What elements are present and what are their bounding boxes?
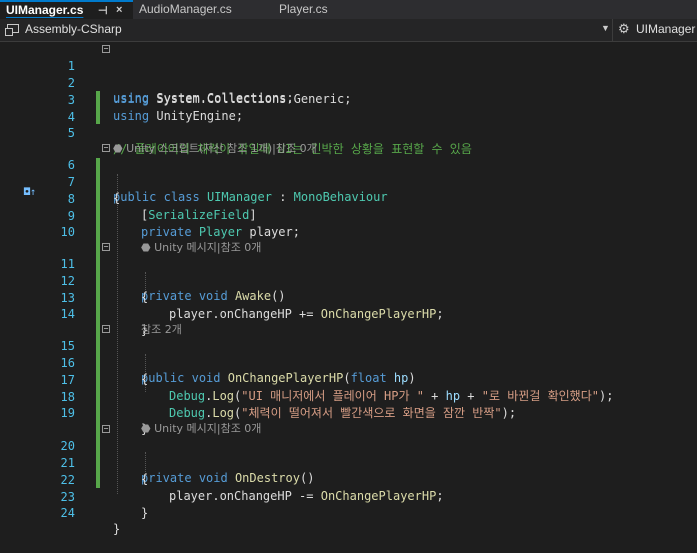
code-line: 10: [0, 208, 697, 239]
tab-label: UIManager.cs: [6, 3, 84, 17]
project-icon: [5, 24, 19, 36]
divider: [612, 19, 613, 41]
codelens-hint[interactable]: ⬣ Unity 스크립트(자산 참조 1개)|참조 0개: [0, 125, 697, 155]
code-line: 22 player.onChangeHP -= OnChangePlayerHP…: [0, 456, 697, 503]
code-line: 18 Debug.Log("체력이 떨어져서 빨간색으로 화면을 잠깐 반짝")…: [0, 373, 697, 420]
pin-icon[interactable]: ⊣: [98, 3, 108, 19]
code-line: 6 − public class UIManager : MonoBehavio…: [0, 141, 697, 205]
tab-label: AudioManager.cs: [139, 2, 232, 16]
code-line: 1 − using System.Collections;: [0, 42, 697, 106]
code-text: }: [113, 522, 121, 536]
code-line: 23 }: [0, 473, 697, 520]
line-number: 24: [60, 506, 75, 520]
code-line: 17 Debug.Log("UI 매니저에서 플레이어 HP가 " + hp +…: [0, 356, 697, 403]
code-line: 20 − private void OnDestroy(): [0, 422, 697, 486]
code-line: 2 using System.Collections.Generic;: [0, 59, 697, 106]
fold-toggle[interactable]: −: [102, 144, 110, 152]
code-line: 14 }: [0, 290, 697, 337]
code-line: 7 {: [0, 158, 697, 205]
fold-toggle[interactable]: −: [102, 425, 110, 433]
class-icon: ⚙: [618, 21, 630, 36]
code-text: }: [141, 506, 149, 520]
code-line: 13 player.onChangeHP += OnChangePlayerHP…: [0, 274, 697, 321]
class-dropdown[interactable]: UIManager: [636, 22, 695, 36]
chevron-down-icon[interactable]: ▼: [601, 23, 610, 33]
codelens-hint[interactable]: ⬣ Unity 메시지|참조 0개: [0, 224, 697, 254]
tab-label: Player.cs: [279, 2, 328, 16]
code-editor[interactable]: ◘↑ 1 − using System.Collections; 2 using…: [0, 42, 697, 537]
code-line: 9 private Player player;: [0, 192, 697, 239]
fold-toggle[interactable]: −: [102, 45, 110, 53]
close-icon[interactable]: ×: [116, 2, 122, 18]
code-line: 5 // 플레이어의 체력이 깎일때 UI는 긴박한 상황을 표현할 수 있음: [0, 109, 697, 156]
tab-audiomanager[interactable]: AudioManager.cs: [133, 0, 273, 19]
code-line: 8 [SerializeField]: [0, 175, 697, 222]
code-line: 16 {: [0, 339, 697, 386]
tab-uimanager[interactable]: UIManager.cs ⊣ ×: [0, 0, 133, 19]
tab-bar: UIManager.cs ⊣ × AudioManager.cs Player.…: [0, 0, 697, 19]
codelens-hint[interactable]: 참조 2개: [0, 306, 697, 336]
code-line: 4: [0, 93, 697, 124]
code-line: 15 − public void OnChangePlayerHP(float …: [0, 322, 697, 386]
code-line: 21 {: [0, 439, 697, 486]
code-line: 11 − private void Awake(): [0, 240, 697, 304]
tab-player[interactable]: Player.cs: [273, 0, 368, 19]
codelens-hint[interactable]: ⬣ Unity 메시지|참조 0개: [0, 405, 697, 435]
fold-toggle[interactable]: −: [102, 243, 110, 251]
fold-toggle[interactable]: −: [102, 325, 110, 333]
navigation-bar: Assembly-CSharp ▼ ⚙ UIManager: [0, 19, 697, 42]
code-line: 19 }: [0, 389, 697, 436]
code-line: 24 }: [0, 489, 697, 536]
code-line: 3 using UnityEngine;: [0, 76, 697, 123]
code-line: 12 {: [0, 257, 697, 304]
project-dropdown[interactable]: Assembly-CSharp: [25, 22, 122, 36]
